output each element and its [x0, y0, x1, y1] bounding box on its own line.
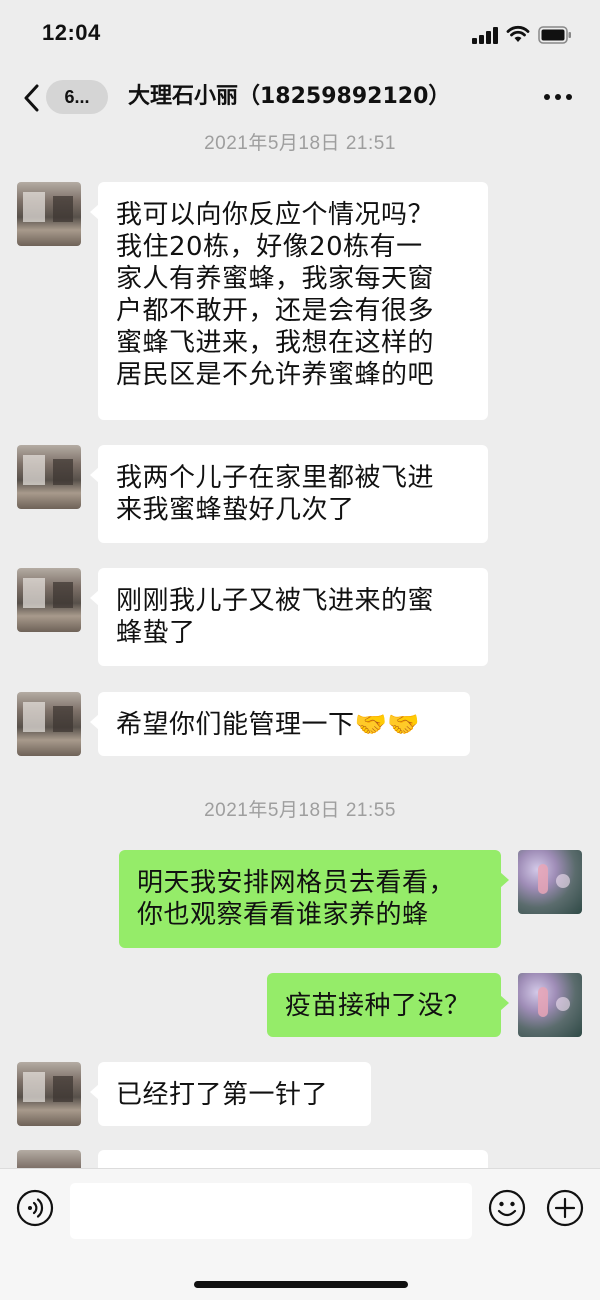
chat-header: 6... 大理石小丽（18259892120）: [0, 70, 600, 126]
contact-avatar[interactable]: [17, 182, 81, 246]
contact-avatar[interactable]: [17, 1062, 81, 1126]
plus-icon[interactable]: [546, 1189, 584, 1227]
message-bubble-sent[interactable]: 疫苗接种了没？: [267, 973, 509, 1037]
message-timestamp: 2021年5月18日 21:55: [204, 800, 396, 821]
message-bubble-received[interactable]: 已经打了第一针了: [90, 1062, 371, 1126]
contact-avatar[interactable]: [17, 692, 81, 756]
contact-avatar[interactable]: [17, 568, 81, 632]
message-bubble-received[interactable]: 刚刚我儿子又被飞进来的蜜 蜂蛰了: [90, 568, 488, 666]
message-input-bar: [0, 1168, 600, 1300]
my-avatar[interactable]: [518, 850, 582, 914]
unread-count-badge[interactable]: 6...: [46, 80, 108, 114]
message-bubble-received[interactable]: 希望你们能管理一下🤝🤝: [90, 692, 470, 756]
back-icon[interactable]: [22, 84, 40, 112]
status-time: 12:04: [42, 20, 101, 45]
message-bubble-received[interactable]: 我两个儿子在家里都被飞进 来我蜜蜂蛰好几次了: [90, 445, 488, 543]
my-avatar[interactable]: [518, 973, 582, 1037]
signal-icon: [472, 27, 500, 44]
chat-title: 大理石小丽（18259892120）: [128, 84, 451, 109]
home-indicator[interactable]: [194, 1281, 408, 1288]
voice-icon[interactable]: [16, 1189, 54, 1227]
message-bubble-sent[interactable]: 明天我安排网格员去看看， 你也观察看看谁家养的蜂: [119, 850, 509, 948]
message-input[interactable]: [70, 1183, 472, 1239]
more-icon[interactable]: [542, 94, 574, 102]
status-bar: 12:04: [0, 0, 600, 70]
emoji-icon[interactable]: [488, 1189, 526, 1227]
contact-avatar[interactable]: [17, 445, 81, 509]
message-timestamp: 2021年5月18日 21:51: [204, 133, 396, 154]
wifi-icon: [506, 25, 530, 42]
battery-icon: [538, 26, 571, 44]
message-bubble-received[interactable]: 我可以向你反应个情况吗？ 我住20栋，好像20栋有一 家人有养蜜蜂，我家每天窗 …: [90, 182, 488, 420]
